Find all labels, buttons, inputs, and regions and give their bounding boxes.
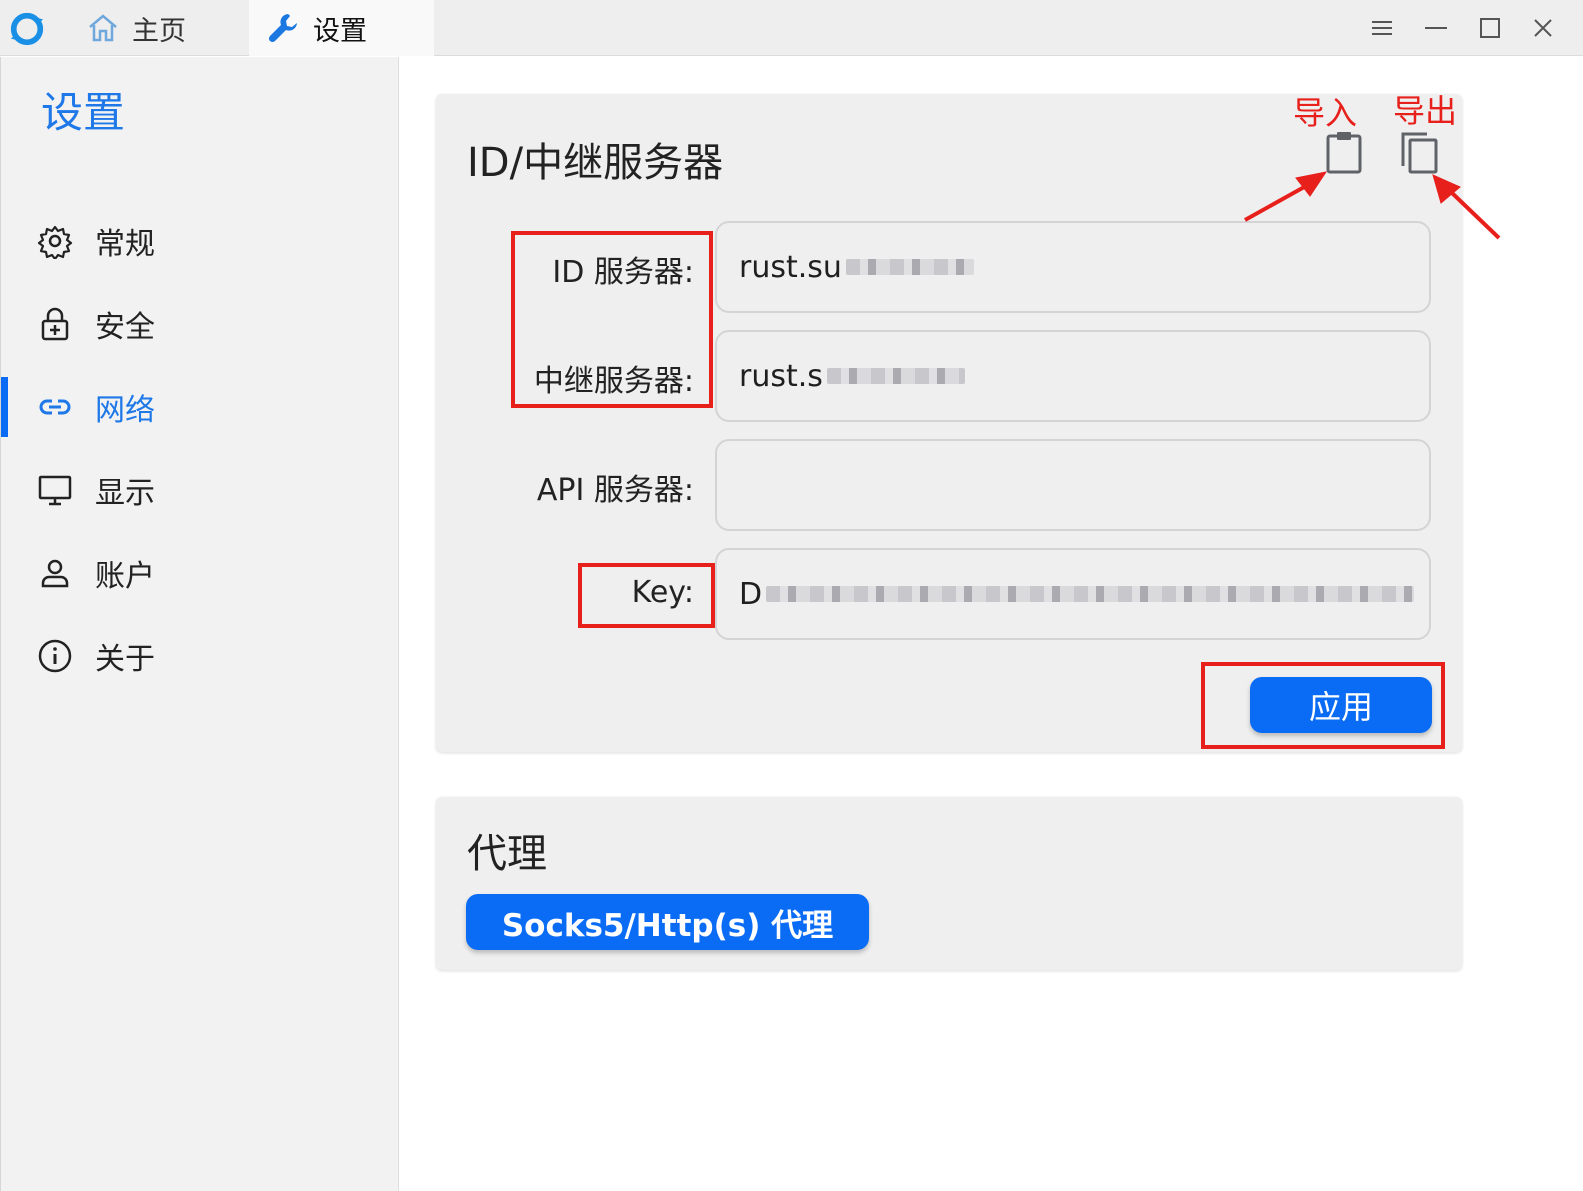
card-title: 代理 [467, 831, 547, 877]
sidebar-item-display[interactable]: 显示 [1, 455, 399, 525]
key-input[interactable]: D [715, 548, 1431, 640]
tab-home-label: 主页 [132, 15, 186, 47]
sidebar: 设置 常规 安全 网络 显示 账户 关于 [0, 57, 399, 1191]
sidebar-item-about[interactable]: 关于 [1, 621, 399, 691]
sidebar-item-security[interactable]: 安全 [1, 289, 399, 359]
link-icon [39, 399, 71, 415]
user-icon [41, 559, 69, 588]
monitor-icon [38, 475, 72, 506]
annotation-box-apply [1201, 662, 1445, 749]
api-server-input[interactable] [715, 439, 1431, 531]
annotation-export-label: 导出 [1393, 92, 1458, 130]
server-settings-card: ID/中继服务器 ID 服务器: rust.su 中继服务器: rust.s A… [436, 94, 1462, 752]
sidebar-item-label: 安全 [95, 310, 155, 345]
gear-icon [37, 225, 73, 259]
card-title: ID/中继服务器 [467, 140, 724, 186]
clipboard-icon[interactable] [1322, 130, 1366, 176]
info-icon [38, 639, 72, 673]
redacted-text [826, 368, 965, 384]
sidebar-item-network[interactable]: 网络 [1, 372, 399, 442]
wrench-icon [268, 14, 297, 43]
home-icon [89, 14, 117, 42]
key-value: D [739, 576, 763, 612]
title-bar: 主页 设置 [0, 0, 1583, 56]
sidebar-item-general[interactable]: 常规 [1, 206, 399, 276]
maximize-icon[interactable] [1474, 12, 1506, 44]
menu-icon[interactable] [1366, 12, 1398, 44]
copy-icon[interactable] [1398, 130, 1442, 176]
tab-home[interactable]: 主页 [70, 0, 248, 56]
redacted-text [845, 259, 974, 275]
sidebar-item-label: 常规 [95, 227, 155, 262]
annotation-import-label: 导入 [1293, 94, 1358, 132]
sidebar-item-account[interactable]: 账户 [1, 538, 399, 608]
tab-settings[interactable]: 设置 [249, 0, 434, 56]
annotation-box-servers [511, 231, 713, 408]
lock-icon [41, 307, 69, 341]
annotation-box-key [578, 563, 715, 628]
sidebar-title: 设置 [41, 88, 126, 137]
relay-server-input[interactable]: rust.s [715, 330, 1431, 422]
sidebar-item-label: 显示 [95, 476, 155, 511]
proxy-settings-button[interactable]: Socks5/Http(s) 代理 [466, 894, 869, 950]
sidebar-item-label: 账户 [95, 559, 155, 594]
id-server-input[interactable]: rust.su [715, 221, 1431, 313]
sidebar-item-label: 网络 [95, 393, 155, 428]
proxy-card: 代理 Socks5/Http(s) 代理 [436, 797, 1462, 970]
relay-server-value: rust.s [739, 358, 823, 394]
tab-settings-label: 设置 [313, 15, 367, 47]
api-server-label: API 服务器: [536, 473, 694, 508]
app-logo-icon [10, 12, 44, 46]
id-server-value: rust.su [739, 249, 842, 285]
minimize-icon[interactable] [1420, 12, 1452, 44]
close-icon[interactable] [1527, 12, 1559, 44]
redacted-text [766, 586, 1415, 602]
sidebar-item-label: 关于 [95, 642, 155, 677]
